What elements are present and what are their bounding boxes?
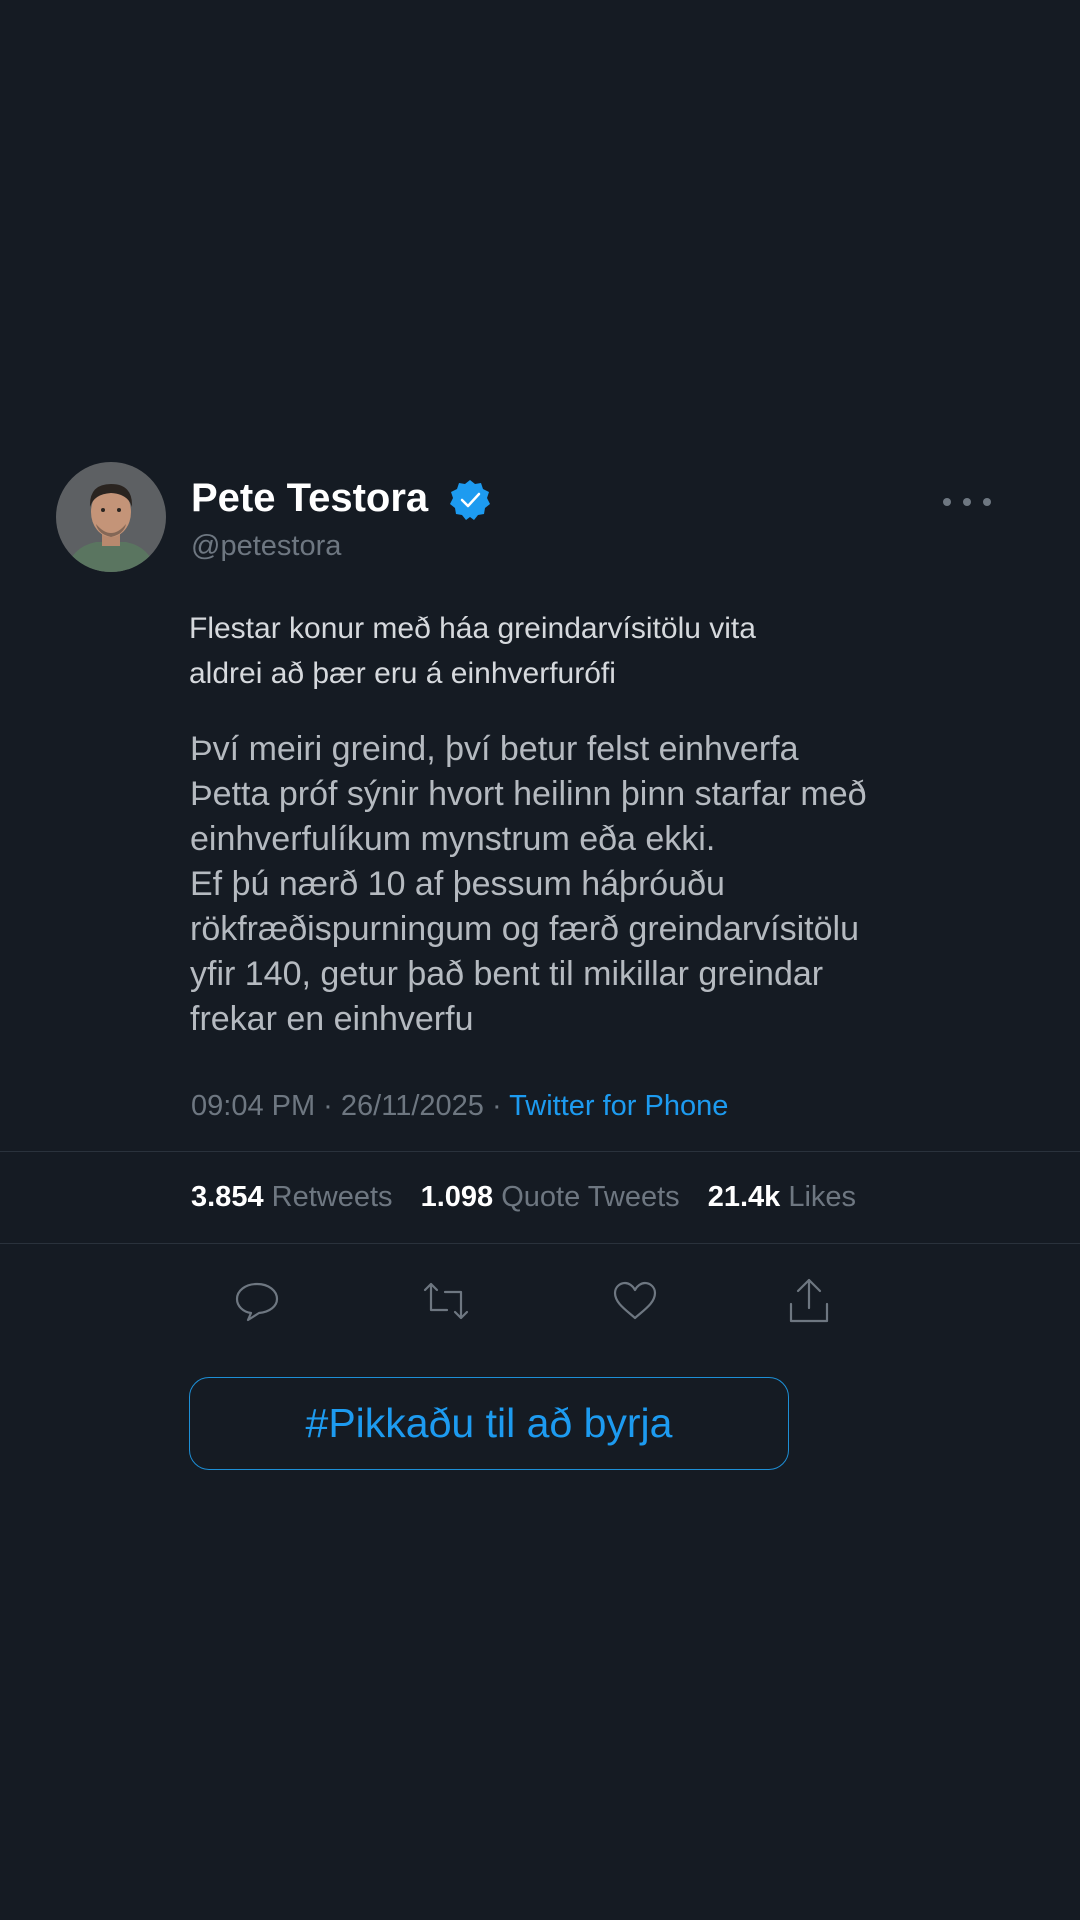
likes-stat[interactable]: 21.4k Likes bbox=[708, 1181, 856, 1213]
tweet-timestamp[interactable]: 09:04 PM · 26/11/2025 · bbox=[191, 1090, 509, 1122]
retweets-stat[interactable]: 3.854 Retweets bbox=[191, 1181, 393, 1213]
reply-icon[interactable] bbox=[232, 1276, 282, 1326]
like-icon[interactable] bbox=[610, 1276, 660, 1326]
author-handle[interactable]: @petestora bbox=[191, 529, 341, 563]
likes-count: 21.4k bbox=[707, 1181, 781, 1213]
retweet-icon[interactable] bbox=[421, 1276, 471, 1326]
more-options-icon[interactable] bbox=[930, 482, 1000, 522]
avatar[interactable] bbox=[56, 462, 166, 572]
body-line: Því meiri greind, því betur felst einhve… bbox=[190, 730, 799, 768]
headline-line: aldrei að þær eru á einhverfurófi bbox=[189, 657, 616, 690]
quote-tweets-label: Quote Tweets bbox=[501, 1181, 680, 1213]
tweet-meta: 09:04 PM · 26/11/2025 · Twitter for Phon… bbox=[191, 1087, 728, 1125]
quote-tweets-stat[interactable]: 1.098 Quote Tweets bbox=[421, 1181, 680, 1213]
body-line: Þetta próf sýnir hvort heilinn þinn star… bbox=[190, 775, 867, 813]
likes-label: Likes bbox=[788, 1181, 857, 1213]
tweet-stats: 3.854 Retweets 1.098 Quote Tweets 21.4k … bbox=[191, 1178, 876, 1216]
body-line: frekar en einhverfu bbox=[190, 1000, 474, 1038]
divider bbox=[0, 1151, 1080, 1152]
author-display-name[interactable]: Pete Testora bbox=[191, 474, 428, 522]
retweets-count: 3.854 bbox=[191, 1181, 264, 1213]
headline-line: Flestar konur með háa greindarvísitölu v… bbox=[189, 612, 756, 645]
quote-tweets-count: 1.098 bbox=[420, 1181, 494, 1213]
tweet-headline: Flestar konur með háa greindarvísitölu v… bbox=[189, 606, 949, 696]
share-icon[interactable] bbox=[784, 1276, 834, 1326]
verified-badge-icon bbox=[450, 480, 490, 520]
tweet-body: Því meiri greind, því betur felst einhve… bbox=[190, 727, 1010, 1042]
profile-photo bbox=[56, 462, 166, 572]
body-line: rökfræðispurningum og færð greindarvísit… bbox=[190, 910, 859, 948]
body-line: einhverfulíkum mynstrum eða ekki. bbox=[190, 820, 716, 858]
tap-to-start-button[interactable]: #Pikkaðu til að byrja bbox=[189, 1377, 789, 1470]
tweet-source-link[interactable]: Twitter for Phone bbox=[509, 1090, 728, 1122]
divider bbox=[0, 1243, 1080, 1244]
body-line: yfir 140, getur það bent til mikillar gr… bbox=[190, 955, 824, 993]
body-line: Ef þú nærð 10 af þessum háþróuðu bbox=[190, 865, 725, 903]
retweets-label: Retweets bbox=[271, 1181, 393, 1213]
